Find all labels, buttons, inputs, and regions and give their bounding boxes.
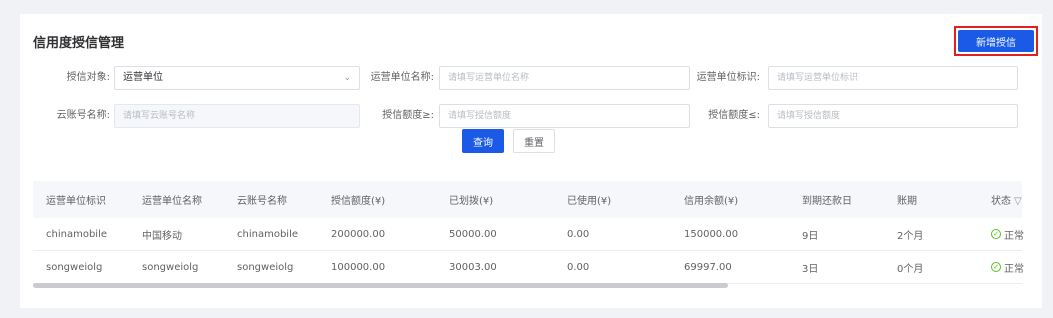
- column-header: 信用余额(¥): [684, 196, 739, 207]
- status-text: 正常: [1004, 230, 1024, 242]
- page-title: 信用度授信管理: [33, 36, 125, 51]
- column-header: 云账号名称: [237, 196, 287, 207]
- status-text: 正常: [1004, 263, 1024, 275]
- chevron-down-icon: ⌄: [343, 73, 351, 83]
- table-cell: chinamobile: [46, 228, 107, 240]
- table-cell: songweiolg: [237, 261, 294, 273]
- cloud-account-input: 请填写云账号名称: [114, 104, 360, 128]
- credit-target-select[interactable]: 运营单位 ⌄: [114, 66, 360, 90]
- unit-name-input[interactable]: 请填写运营单位名称: [439, 66, 690, 90]
- column-header: 授信额度(¥): [331, 196, 386, 207]
- column-header: 已使用(¥): [567, 196, 612, 207]
- amount-min-input[interactable]: 请填写授信额度: [439, 104, 690, 128]
- credit-table: 运营单位标识 运营单位名称 云账号名称 授信额度(¥) 已划拨(¥) 已使用(¥…: [33, 181, 1024, 284]
- column-header: 账期: [897, 196, 917, 207]
- add-credit-button-highlight: 新增授信: [954, 26, 1038, 56]
- status-cell: ✓ 正常: [978, 227, 1042, 242]
- table-cell: songweiolg: [46, 261, 103, 273]
- status-header-label: 状态: [991, 196, 1011, 207]
- table-cell: 30003.00: [449, 261, 497, 273]
- table-cell: 200000.00: [331, 228, 386, 240]
- column-header: 到期还款日: [802, 196, 852, 207]
- cloud-account-label: 云账号名称:: [56, 110, 110, 121]
- table-cell: 150000.00: [684, 228, 739, 240]
- unit-id-input[interactable]: 请填写运营单位标识: [768, 66, 1018, 90]
- table-cell: 50000.00: [449, 228, 497, 240]
- amount-max-label: 授信额度≤:: [708, 110, 760, 121]
- table-cell: 2个月: [897, 230, 924, 242]
- table-cell: 69997.00: [684, 261, 732, 273]
- reset-button[interactable]: 重置: [513, 129, 555, 153]
- unit-id-label: 运营单位标识:: [696, 72, 760, 83]
- scrollbar-thumb[interactable]: [33, 283, 728, 288]
- table-cell: 3日: [802, 263, 819, 275]
- table-cell: chinamobile: [237, 228, 298, 240]
- table-cell: songweiolg: [142, 261, 199, 273]
- table-row[interactable]: songweiolg songweiolg songweiolg 100000.…: [33, 251, 1024, 284]
- horizontal-scrollbar[interactable]: [33, 283, 1022, 289]
- table-cell: 9日: [802, 230, 819, 242]
- table-cell: 0.00: [567, 261, 590, 273]
- credit-target-value: 运营单位: [123, 72, 163, 83]
- table-cell: 100000.00: [331, 261, 386, 273]
- table-header: 运营单位标识 运营单位名称 云账号名称 授信额度(¥) 已划拨(¥) 已使用(¥…: [33, 181, 1022, 218]
- table-cell: 中国移动: [142, 230, 182, 242]
- table-cell: 0个月: [897, 263, 924, 275]
- table-row[interactable]: chinamobile 中国移动 chinamobile 200000.00 5…: [33, 218, 1024, 251]
- table-cell: 0.00: [567, 228, 590, 240]
- credit-target-label: 授信对象:: [66, 72, 110, 83]
- unit-name-label: 运营单位名称:: [370, 72, 434, 83]
- status-cell: ✓ 正常: [978, 260, 1042, 275]
- add-credit-button[interactable]: 新增授信: [958, 30, 1034, 52]
- check-circle-icon: ✓: [991, 229, 1001, 239]
- amount-max-input[interactable]: 请填写授信额度: [768, 104, 1018, 128]
- amount-min-label: 授信额度≥:: [382, 110, 434, 121]
- query-button[interactable]: 查询: [462, 129, 504, 153]
- column-header: 运营单位标识: [46, 196, 106, 207]
- column-header: 已划拨(¥): [449, 196, 494, 207]
- check-circle-icon: ✓: [991, 262, 1001, 272]
- column-header: 运营单位名称: [142, 196, 202, 207]
- status-column-header[interactable]: 状态 ▽: [978, 192, 1042, 207]
- filter-icon[interactable]: ▽: [1014, 196, 1022, 207]
